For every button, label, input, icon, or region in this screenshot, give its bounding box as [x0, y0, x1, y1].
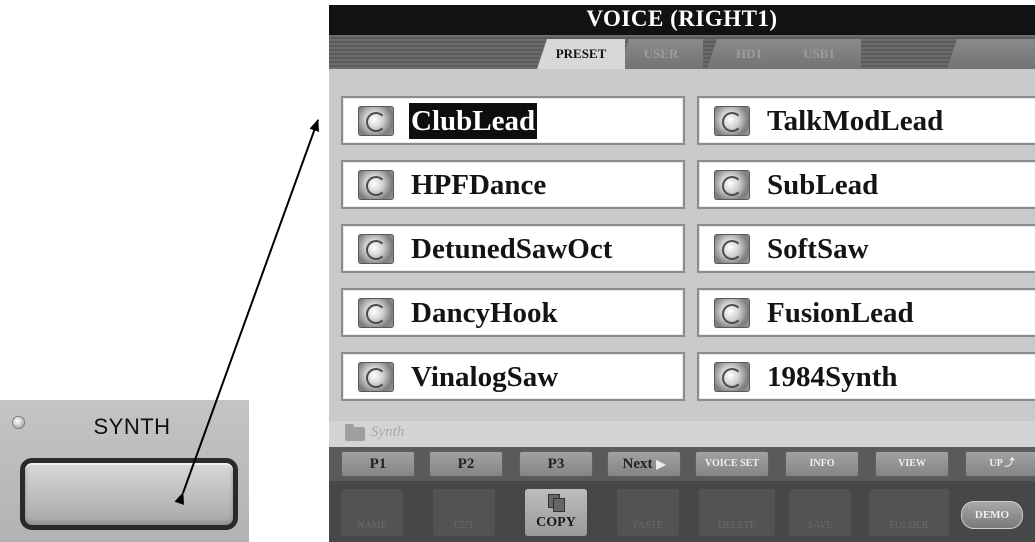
arrow-line — [174, 119, 319, 506]
tab-preset[interactable]: PRESET — [537, 39, 625, 69]
double-arrow-connector — [174, 119, 319, 506]
